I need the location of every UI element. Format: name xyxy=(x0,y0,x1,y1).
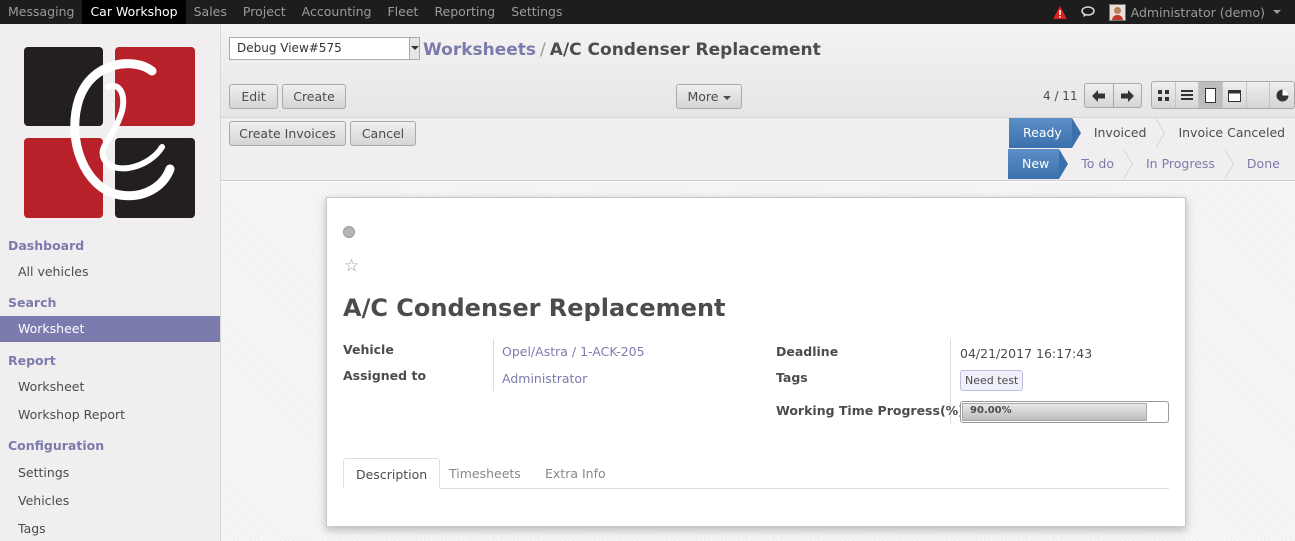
invoice-status-bar: Ready Invoiced Invoice Canceled xyxy=(1009,118,1295,148)
cancel-button[interactable]: Cancel xyxy=(350,121,416,146)
arrow-left-icon xyxy=(1092,89,1106,102)
edit-button[interactable]: Edit xyxy=(229,84,278,109)
divider xyxy=(493,339,494,391)
app-fleet[interactable]: Fleet xyxy=(379,0,426,24)
app-car-workshop[interactable]: Car Workshop xyxy=(82,0,186,24)
deadline-label: Deadline xyxy=(776,344,839,359)
kanban-state-icon[interactable] xyxy=(343,226,355,238)
view-spacer xyxy=(1247,82,1271,108)
company-logo xyxy=(24,47,195,218)
tags-label: Tags xyxy=(776,370,808,385)
menu-section-configuration: Configuration xyxy=(8,438,105,453)
status-invoice-canceled[interactable]: Invoice Canceled xyxy=(1156,118,1295,148)
status-invoiced-label: Invoiced xyxy=(1093,125,1147,140)
user-name[interactable]: Administrator (demo) xyxy=(1131,5,1265,20)
status-to-do[interactable]: To do xyxy=(1059,149,1133,179)
app-reporting[interactable]: Reporting xyxy=(426,0,503,24)
top-menu-bar: Messaging Car Workshop Sales Project Acc… xyxy=(0,0,1295,24)
status-to-do-label: To do xyxy=(1081,156,1114,171)
breadcrumb-separator: / xyxy=(540,40,546,60)
tag-need-test[interactable]: Need test xyxy=(960,370,1024,391)
breadcrumb: Worksheets / A/C Condenser Replacement xyxy=(423,40,821,60)
debug-view-value: Debug View#575 xyxy=(237,41,342,55)
tab-description[interactable]: Description xyxy=(343,458,441,489)
form-background: ☆ A/C Condenser Replacement Vehicle Opel… xyxy=(221,182,1295,541)
app-sales[interactable]: Sales xyxy=(186,0,235,24)
chat-icon[interactable] xyxy=(1080,6,1095,18)
vehicle-field[interactable]: Opel/Astra / 1-ACK-205 xyxy=(502,344,645,359)
app-accounting[interactable]: Accounting xyxy=(294,0,380,24)
sidebar-item-tags[interactable]: Tags xyxy=(0,516,220,541)
app-menu: Messaging Car Workshop Sales Project Acc… xyxy=(0,0,571,24)
control-panel: Debug View#575 Worksheets / A/C Condenser … xyxy=(221,24,1295,181)
menu-section-report: Report xyxy=(8,353,56,368)
chevron-down-icon xyxy=(722,95,731,100)
work-status-bar: New To do In Progress Done xyxy=(1008,149,1290,179)
next-button[interactable] xyxy=(1114,84,1142,107)
working-time-progress-bar: 90.00% xyxy=(960,401,1169,423)
sidebar-item-worksheet[interactable]: Worksheet xyxy=(0,316,220,342)
list-view-button[interactable] xyxy=(1176,82,1200,108)
user-area: Administrator (demo) xyxy=(1052,0,1295,24)
create-invoices-button[interactable]: Create Invoices xyxy=(229,121,346,146)
breadcrumb-worksheets[interactable]: Worksheets xyxy=(423,40,536,60)
status-done[interactable]: Done xyxy=(1225,149,1290,179)
status-invoice-canceled-label: Invoice Canceled xyxy=(1178,125,1286,140)
form-title: A/C Condenser Replacement xyxy=(343,294,726,322)
chevron-down-icon[interactable] xyxy=(409,38,419,59)
more-label: More xyxy=(687,89,719,104)
tab-extra-info[interactable]: Extra Info xyxy=(533,458,618,489)
status-done-label: Done xyxy=(1246,156,1280,171)
status-in-progress[interactable]: In Progress xyxy=(1124,149,1234,179)
more-button[interactable]: More xyxy=(676,84,742,109)
kanban-icon xyxy=(1157,89,1169,101)
pager-buttons xyxy=(1084,83,1142,108)
assigned-to-field[interactable]: Administrator xyxy=(502,371,587,386)
app-messaging[interactable]: Messaging xyxy=(0,0,82,24)
arrow-right-icon xyxy=(1120,89,1134,102)
sidebar-item-workshop-report[interactable]: Workshop Report xyxy=(0,402,220,428)
app-settings[interactable]: Settings xyxy=(503,0,570,24)
menu-section-dashboard: Dashboard xyxy=(8,238,85,253)
deadline-field[interactable]: 04/21/2017 16:17:43 xyxy=(960,346,1092,361)
vehicle-label: Vehicle xyxy=(343,342,394,357)
create-button[interactable]: Create xyxy=(282,84,346,109)
pager-value: 4 / 11 xyxy=(1043,89,1078,103)
sidebar-item-vehicles[interactable]: Vehicles xyxy=(0,488,220,514)
star-icon[interactable]: ☆ xyxy=(344,256,359,276)
sidebar-item-all-vehicles[interactable]: All vehicles xyxy=(0,259,220,285)
status-in-progress-label: In Progress xyxy=(1145,156,1215,171)
kanban-view-button[interactable] xyxy=(1152,82,1176,108)
sidebar-item-settings[interactable]: Settings xyxy=(0,460,220,486)
menu-section-search: Search xyxy=(8,295,57,310)
breadcrumb-current: A/C Condenser Replacement xyxy=(549,40,821,60)
graph-view-button[interactable] xyxy=(1270,82,1294,108)
chevron-down-icon[interactable] xyxy=(1273,10,1281,14)
progress-label: Working Time Progress(%) xyxy=(776,403,964,418)
status-ready[interactable]: Ready xyxy=(1009,118,1081,148)
assigned-to-label: Assigned to xyxy=(343,368,427,383)
calendar-icon xyxy=(1227,89,1241,102)
avatar[interactable] xyxy=(1108,3,1126,21)
app-project[interactable]: Project xyxy=(235,0,294,24)
form-view-button[interactable] xyxy=(1199,82,1224,108)
debug-view-select[interactable]: Debug View#575 xyxy=(229,37,420,60)
view-switcher xyxy=(1151,81,1295,109)
status-invoiced[interactable]: Invoiced xyxy=(1072,118,1166,148)
form-sheet: ☆ A/C Condenser Replacement Vehicle Opel… xyxy=(326,197,1186,527)
warning-icon[interactable] xyxy=(1052,5,1067,19)
status-new-label: New xyxy=(1022,156,1050,171)
sidebar: Dashboard All vehicles Search Worksheet … xyxy=(0,24,221,541)
calendar-view-button[interactable] xyxy=(1223,82,1247,108)
sidebar-item-report-worksheet[interactable]: Worksheet xyxy=(0,374,220,400)
pie-chart-icon xyxy=(1276,89,1289,101)
status-ready-label: Ready xyxy=(1023,125,1062,140)
progress-text: 90.00% xyxy=(970,405,1012,416)
form-icon xyxy=(1205,87,1217,103)
tab-timesheets[interactable]: Timesheets xyxy=(437,458,533,489)
status-new[interactable]: New xyxy=(1008,149,1069,179)
list-icon xyxy=(1181,90,1193,100)
previous-button[interactable] xyxy=(1085,84,1114,107)
